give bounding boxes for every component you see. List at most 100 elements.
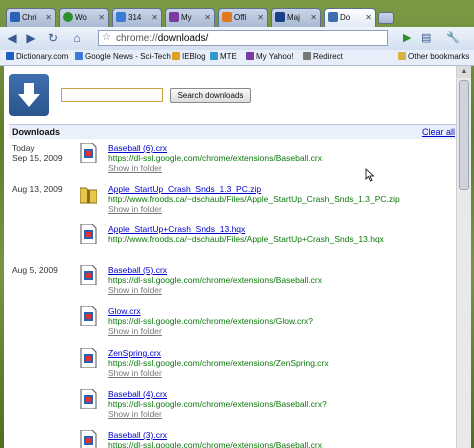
show-in-folder-link[interactable]: Show in folder: [108, 326, 162, 336]
bookmark-favicon: [210, 52, 218, 60]
close-icon[interactable]: ✕: [310, 13, 317, 22]
download-file-link[interactable]: Glow.crx: [108, 306, 141, 316]
download-url[interactable]: https://dl-ssl.google.com/chrome/extensi…: [108, 399, 327, 409]
close-icon[interactable]: ✕: [98, 13, 105, 22]
search-input[interactable]: [61, 88, 163, 102]
date-group-aug-13: Aug 13, 2009: [12, 184, 63, 194]
show-in-folder-link[interactable]: Show in folder: [108, 409, 162, 419]
date-label: Aug 13, 2009: [12, 184, 63, 194]
tab-title: Wo: [75, 13, 87, 23]
bookmark-label: My Yahoo!: [256, 52, 294, 61]
bookmark-label: Dictionary.com: [16, 52, 69, 61]
download-url[interactable]: http://www.froods.ca/~dschaub/Files/Appl…: [108, 194, 400, 204]
tab-favicon: [169, 12, 179, 22]
close-icon[interactable]: ✕: [45, 13, 52, 22]
download-url[interactable]: https://dl-ssl.google.com/chrome/extensi…: [108, 440, 322, 448]
address-bar[interactable]: ☆ chrome://downloads/: [98, 30, 388, 46]
search-downloads-button[interactable]: Search downloads: [170, 88, 251, 103]
download-item: Apple_StartUp_Crash_Snds_1.3_PC.zip http…: [80, 184, 440, 220]
tab-downloads[interactable]: Do ✕: [324, 8, 376, 28]
show-in-folder-link[interactable]: Show in folder: [108, 163, 162, 173]
wrench-icon[interactable]: 🔧: [446, 31, 460, 44]
home-icon[interactable]: ⌂: [70, 31, 84, 45]
folder-icon: [398, 52, 406, 60]
bookmarks-bar: Dictionary.com Google News - Sci-Tech IE…: [0, 50, 474, 66]
tab-favicon: [63, 12, 73, 22]
bookmark-google-news[interactable]: Google News - Sci-Tech: [75, 52, 171, 61]
close-icon[interactable]: ✕: [204, 13, 211, 22]
downloads-logo-icon: [9, 74, 49, 116]
bookmark-my-yahoo[interactable]: My Yahoo!: [246, 52, 294, 61]
download-url[interactable]: https://dl-ssl.google.com/chrome/extensi…: [108, 316, 313, 326]
go-icon[interactable]: ▶: [403, 31, 411, 44]
download-file-link[interactable]: Baseball (5).crx: [108, 265, 167, 275]
bookmark-label: Google News - Sci-Tech: [85, 52, 171, 61]
star-icon[interactable]: ☆: [102, 32, 111, 43]
tab-favicon: [116, 12, 126, 22]
url-path: downloads/: [157, 33, 209, 44]
crx-file-icon: [80, 306, 97, 326]
tab-favicon: [275, 12, 285, 22]
download-file-link[interactable]: Baseball (3).crx: [108, 430, 167, 440]
download-item: Apple_StartUp+Crash_Snds_13.hqx http://w…: [80, 224, 440, 260]
download-file-link[interactable]: Baseball (6).crx: [108, 143, 167, 153]
reload-icon[interactable]: ↻: [46, 31, 60, 45]
close-icon[interactable]: ✕: [151, 13, 158, 22]
forward-icon[interactable]: ▶: [24, 31, 38, 45]
download-item: Baseball (3).crx https://dl-ssl.google.c…: [80, 430, 440, 448]
date-group-aug-5: Aug 5, 2009: [12, 265, 58, 275]
download-item: Glow.crx https://dl-ssl.google.com/chrom…: [80, 306, 440, 342]
download-url[interactable]: https://dl-ssl.google.com/chrome/extensi…: [108, 153, 322, 163]
scroll-thumb[interactable]: [459, 80, 469, 190]
bookmark-label: Redirect: [313, 52, 343, 61]
bookmark-label: Other bookmarks: [408, 52, 470, 61]
show-in-folder-link[interactable]: Show in folder: [108, 368, 162, 378]
download-file-link[interactable]: Apple_StartUp+Crash_Snds_13.hqx: [108, 224, 245, 234]
download-url[interactable]: https://dl-ssl.google.com/chrome/extensi…: [108, 358, 329, 368]
bookmark-redirect[interactable]: Redirect: [303, 52, 343, 61]
file-icon: [80, 224, 97, 244]
crx-file-icon: [80, 265, 97, 285]
crx-file-icon: [80, 143, 97, 163]
page-menu-icon[interactable]: ▤: [421, 31, 431, 44]
tab-1[interactable]: Chri ✕: [6, 8, 56, 28]
clear-all-link[interactable]: Clear all: [422, 127, 455, 137]
back-icon[interactable]: ◀: [5, 31, 19, 45]
url-scheme: chrome://: [116, 33, 158, 44]
date-label: Sep 15, 2009: [12, 153, 63, 163]
crx-file-icon: [80, 389, 97, 409]
download-url[interactable]: https://dl-ssl.google.com/chrome/extensi…: [108, 275, 322, 285]
bookmark-favicon: [172, 52, 180, 60]
bookmark-ieblog[interactable]: IEBlog: [172, 52, 206, 61]
tab-4[interactable]: My ✕: [165, 8, 215, 28]
crx-file-icon: [80, 348, 97, 368]
tab-6[interactable]: Maj ✕: [271, 8, 321, 28]
date-label: Today: [12, 143, 35, 153]
tab-3[interactable]: 314 ✕: [112, 8, 162, 28]
download-file-link[interactable]: Apple_StartUp_Crash_Snds_1.3_PC.zip: [108, 184, 261, 194]
close-icon[interactable]: ✕: [365, 13, 372, 22]
download-file-link[interactable]: ZenSpring.crx: [108, 348, 161, 358]
toolbar: ◀ ▶ ↻ ⌂ ☆ chrome://downloads/ ▶ ▤ 🔧: [0, 27, 474, 51]
url-text: chrome://downloads/: [116, 33, 208, 44]
bookmark-mte[interactable]: MTE: [210, 52, 237, 61]
scroll-up-icon[interactable]: ▲: [457, 66, 471, 78]
tab-favicon: [328, 12, 338, 22]
download-item: ZenSpring.crx https://dl-ssl.google.com/…: [80, 348, 440, 384]
download-url[interactable]: http://www.froods.ca/~dschaub/Files/Appl…: [108, 234, 384, 244]
download-file-link[interactable]: Baseball (4).crx: [108, 389, 167, 399]
downloads-page: Search downloads Downloads Clear all Tod…: [4, 66, 470, 448]
close-icon[interactable]: ✕: [257, 13, 264, 22]
bookmark-favicon: [75, 52, 83, 60]
bookmark-label: IEBlog: [182, 52, 206, 61]
scrollbar[interactable]: ▲: [456, 66, 471, 448]
new-tab-button[interactable]: [378, 12, 394, 24]
show-in-folder-link[interactable]: Show in folder: [108, 285, 162, 295]
tab-favicon: [10, 12, 20, 22]
date-label: Aug 5, 2009: [12, 265, 58, 275]
bookmark-dictionary[interactable]: Dictionary.com: [6, 52, 68, 61]
tab-2[interactable]: Wo ✕: [59, 8, 109, 28]
show-in-folder-link[interactable]: Show in folder: [108, 204, 162, 214]
other-bookmarks[interactable]: Other bookmarks: [398, 52, 469, 61]
tab-5[interactable]: Offi ✕: [218, 8, 268, 28]
